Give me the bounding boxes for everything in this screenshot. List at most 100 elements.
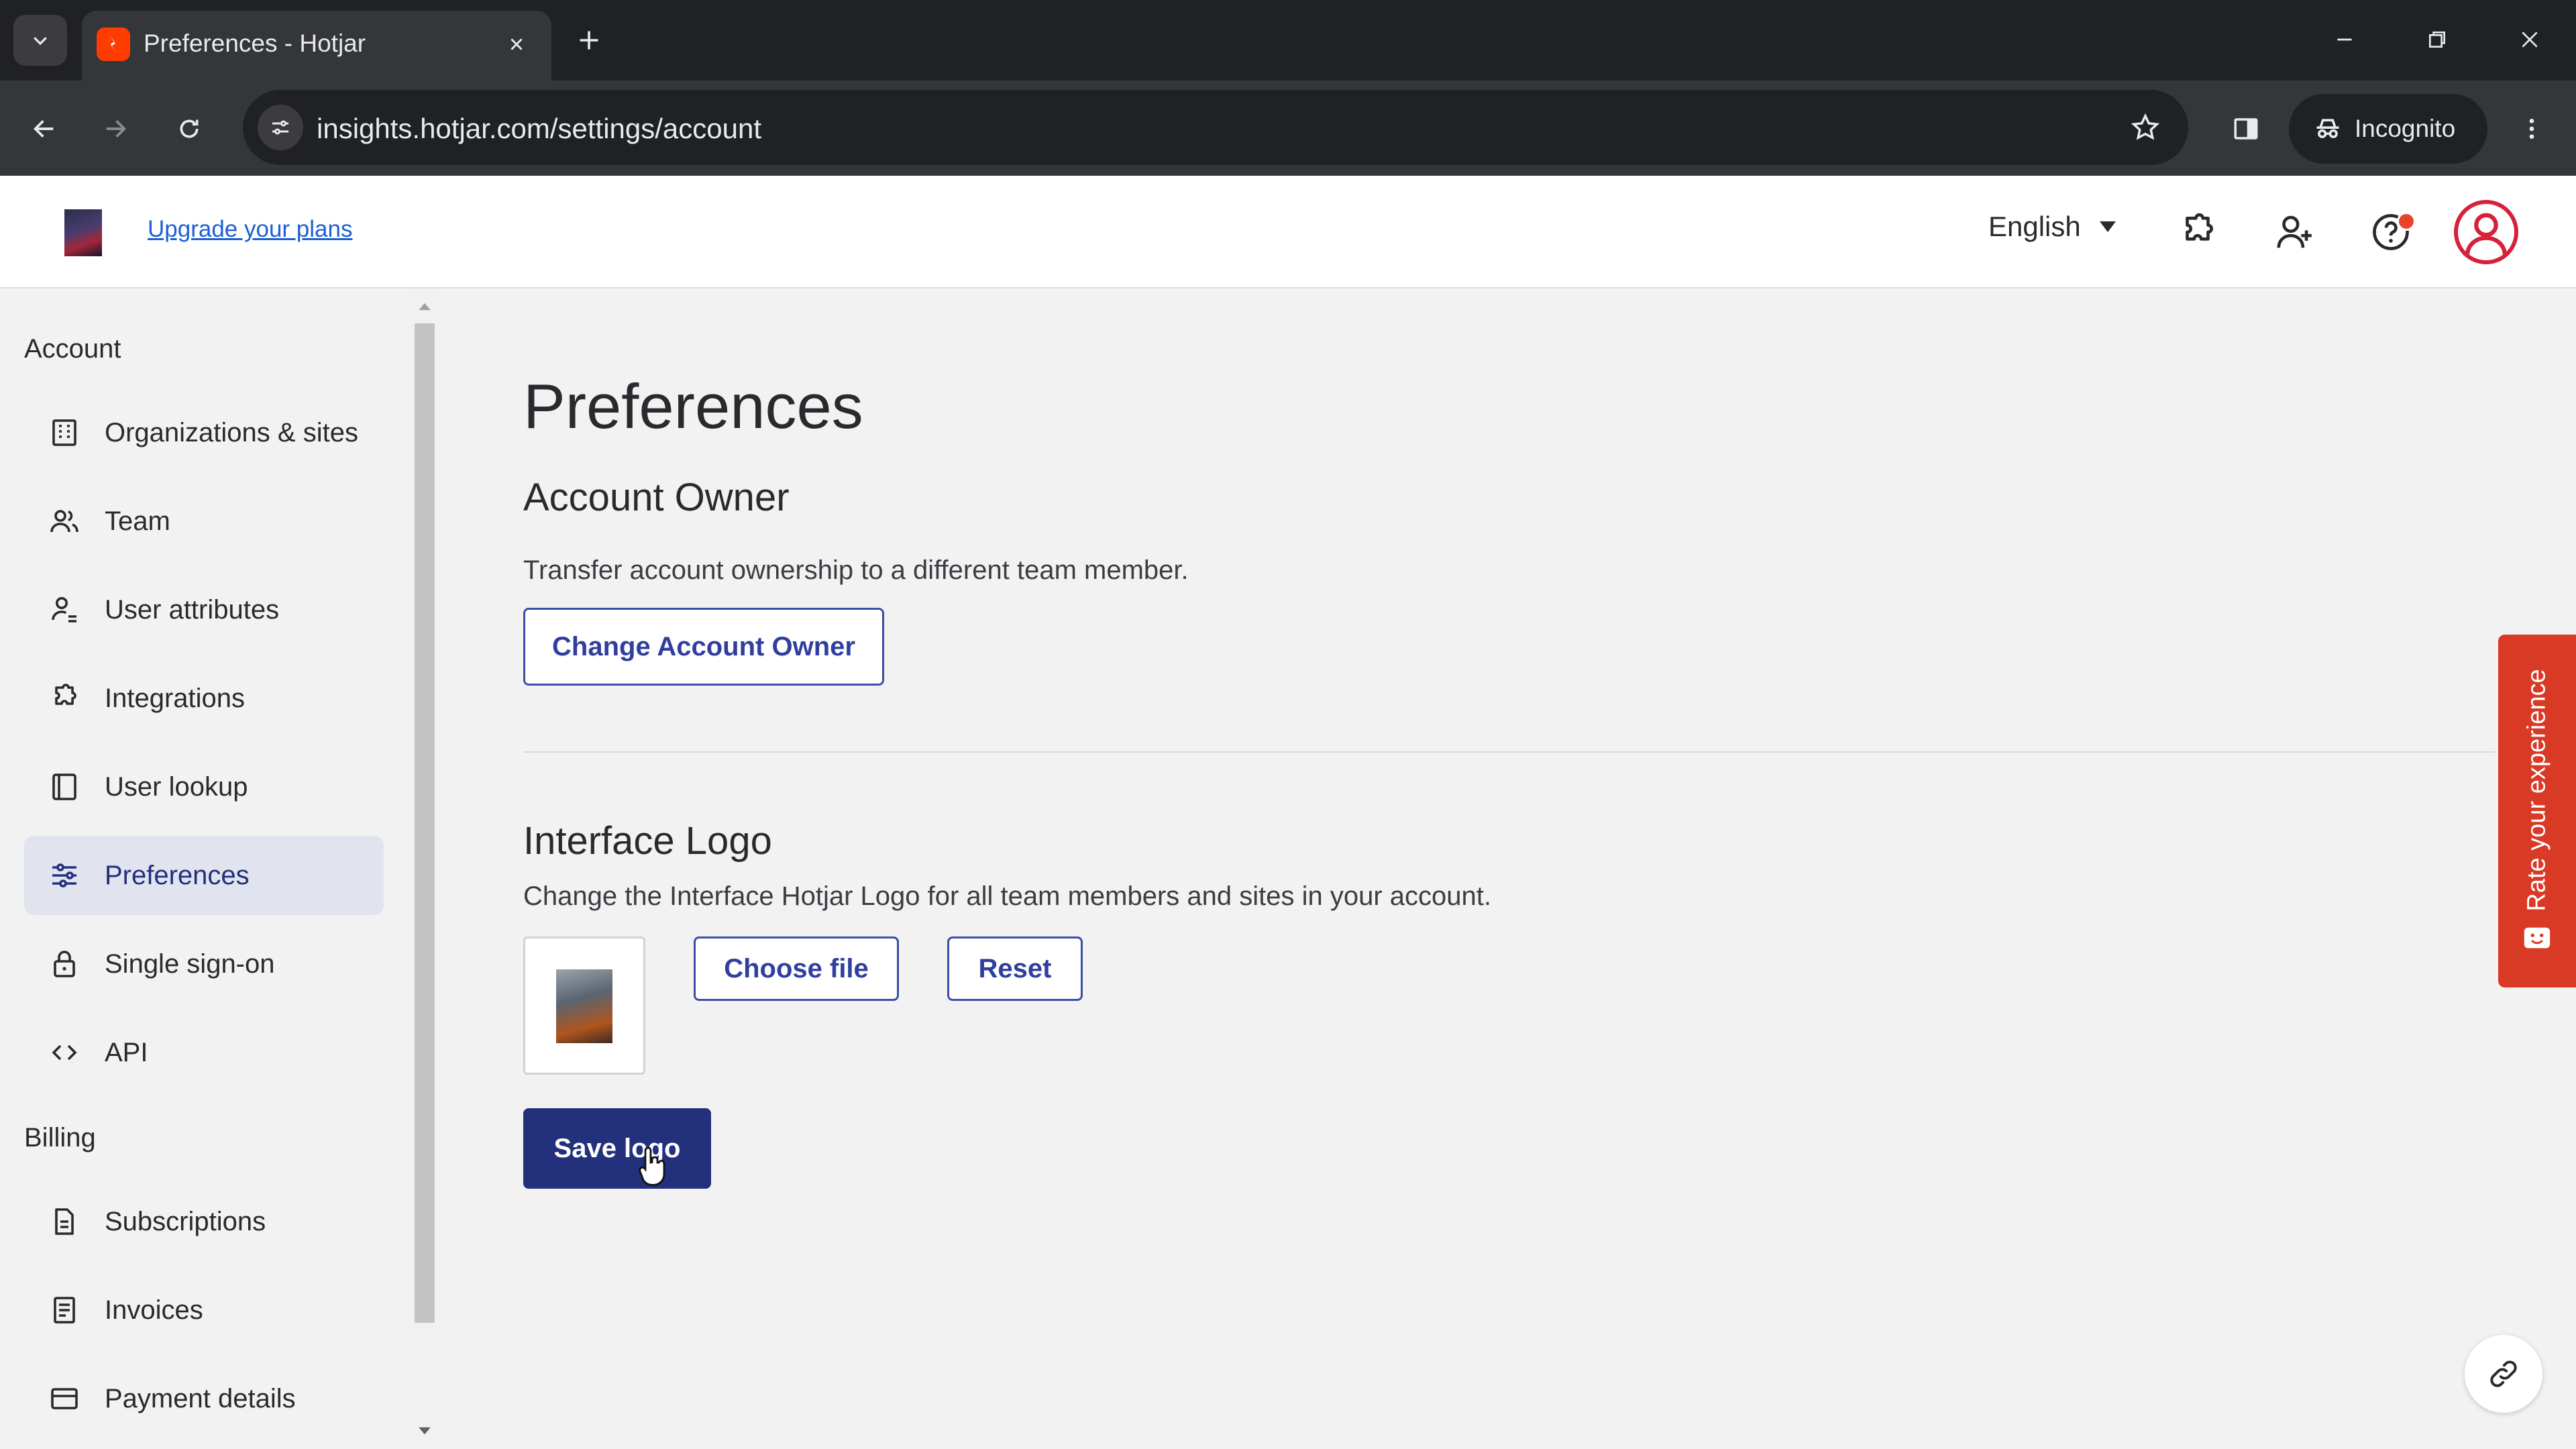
chevron-down-icon — [34, 37, 47, 46]
rate-experience-tab[interactable]: Rate your experience — [2498, 635, 2576, 987]
notification-dot — [2397, 212, 2416, 231]
sidebar-item-organizations[interactable]: Organizations & sites — [24, 393, 384, 472]
incognito-badge[interactable]: Incognito — [2289, 94, 2487, 164]
user-lookup-icon — [44, 767, 85, 807]
side-panel-button[interactable] — [2220, 103, 2271, 154]
sidebar-item-label: API — [105, 1037, 148, 1067]
forward-button[interactable] — [90, 103, 141, 154]
rate-experience-label: Rate your experience — [2522, 669, 2551, 912]
sidebar-item-label: Invoices — [105, 1295, 203, 1325]
incognito-icon — [2316, 119, 2339, 138]
change-account-owner-button[interactable]: Change Account Owner — [523, 608, 884, 686]
sidebar-item-api[interactable]: API — [24, 1013, 384, 1092]
credit-card-icon — [44, 1379, 85, 1419]
avatar[interactable] — [2454, 200, 2518, 264]
sidebar-item-subscriptions[interactable]: Subscriptions — [24, 1182, 384, 1261]
sidebar-item-team[interactable]: Team — [24, 482, 384, 561]
sidebar-item-user-attributes[interactable]: User attributes — [24, 570, 384, 649]
sidebar-item-payment-details[interactable]: Payment details — [24, 1359, 384, 1438]
window-close-button[interactable] — [2506, 16, 2553, 63]
puzzle-icon — [2186, 213, 2213, 241]
integrations-button[interactable] — [2171, 205, 2224, 259]
account-owner-heading: Account Owner — [523, 476, 790, 519]
sidebar-item-label: Integrations — [105, 683, 246, 713]
user-avatar-icon — [2465, 213, 2508, 256]
document-icon — [44, 1201, 85, 1242]
browser-tabstrip: Preferences - Hotjar — [0, 0, 2576, 80]
bookmark-button[interactable] — [2125, 107, 2165, 148]
sidebar-item-invoices[interactable]: Invoices — [24, 1271, 384, 1350]
logo-preview — [523, 936, 645, 1075]
scrollbar-thumb[interactable] — [415, 323, 435, 1323]
hand-cursor-icon — [639, 1146, 665, 1186]
back-button[interactable] — [19, 103, 70, 154]
save-logo-button[interactable]: Save logo — [523, 1108, 711, 1189]
hotjar-favicon-icon — [97, 28, 130, 61]
site-info-button[interactable] — [258, 105, 303, 150]
arrow-left-icon — [34, 120, 54, 138]
organization-logo[interactable] — [64, 209, 102, 256]
address-bar[interactable]: insights.hotjar.com/settings/account — [243, 90, 2188, 165]
browser-menu-button[interactable] — [2506, 103, 2557, 154]
billing-section-heading: Billing — [24, 1123, 96, 1152]
reset-logo-button[interactable]: Reset — [947, 936, 1083, 1001]
sidebar-item-label: Single sign-on — [105, 949, 275, 979]
section-divider — [523, 751, 2496, 753]
sidebar-item-label: Organizations & sites — [105, 417, 358, 447]
sidebar-item-label: Payment details — [105, 1383, 296, 1413]
logo-thumbnail-image — [556, 969, 612, 1043]
building-icon — [44, 413, 85, 453]
plus-icon — [580, 31, 598, 50]
browser-tab[interactable]: Preferences - Hotjar — [82, 11, 551, 80]
star-icon — [2131, 113, 2160, 140]
reload-button[interactable] — [164, 103, 215, 154]
reload-icon — [180, 119, 199, 138]
sidebar-item-label: Subscriptions — [105, 1206, 266, 1236]
choose-file-button[interactable]: Choose file — [694, 936, 899, 1001]
app-header: Upgrade your plans English — [0, 176, 2576, 288]
link-icon — [2490, 1360, 2517, 1387]
tab-close-button[interactable] — [498, 25, 535, 63]
new-tab-button[interactable] — [570, 21, 608, 59]
sidebar-item-preferences[interactable]: Preferences — [24, 836, 384, 915]
incognito-label: Incognito — [2355, 115, 2456, 142]
code-icon — [44, 1032, 85, 1073]
settings-sidebar: Account Organizations & sites Team User … — [0, 288, 409, 1449]
scroll-down-arrow-icon[interactable] — [416, 1422, 433, 1440]
restore-icon — [2429, 32, 2445, 48]
sidebar-item-single-sign-on[interactable]: Single sign-on — [24, 924, 384, 1004]
tab-search-button[interactable] — [13, 15, 67, 66]
arrow-right-icon — [106, 120, 126, 138]
sidebar-scrollbar[interactable] — [408, 288, 441, 1449]
user-attributes-icon — [44, 590, 85, 630]
account-owner-description: Transfer account ownership to a differen… — [523, 555, 1189, 585]
sidebar-item-label: Team — [105, 506, 170, 536]
upgrade-plans-link[interactable]: Upgrade your plans — [148, 216, 352, 243]
more-vertical-icon — [2529, 119, 2534, 139]
team-icon — [44, 501, 85, 541]
page-title: Preferences — [523, 371, 863, 441]
copy-link-button[interactable] — [2465, 1335, 2542, 1413]
language-value: English — [1988, 211, 2081, 242]
caret-down-icon — [2099, 221, 2116, 232]
minimize-icon — [2337, 38, 2352, 41]
sidebar-item-user-lookup[interactable]: User lookup — [24, 747, 384, 826]
browser-toolbar: insights.hotjar.com/settings/account Inc… — [0, 80, 2576, 176]
sidebar-item-label: Preferences — [105, 860, 250, 890]
invite-user-button[interactable] — [2267, 205, 2321, 259]
account-section-heading: Account — [24, 334, 121, 364]
add-user-icon — [2277, 215, 2312, 248]
lock-icon — [44, 944, 85, 984]
language-select[interactable]: English — [1988, 211, 2117, 243]
sidebar-item-integrations[interactable]: Integrations — [24, 659, 384, 738]
minimize-button[interactable] — [2321, 16, 2368, 63]
sidebar-item-label: User attributes — [105, 594, 280, 625]
interface-logo-heading: Interface Logo — [523, 819, 772, 863]
restore-button[interactable] — [2414, 16, 2461, 63]
tune-icon — [272, 120, 288, 135]
puzzle-icon — [44, 678, 85, 718]
close-icon — [2522, 32, 2538, 48]
interface-logo-description: Change the Interface Hotjar Logo for all… — [523, 881, 1491, 911]
tab-title: Preferences - Hotjar — [144, 30, 366, 57]
scroll-up-arrow-icon[interactable] — [416, 298, 433, 315]
